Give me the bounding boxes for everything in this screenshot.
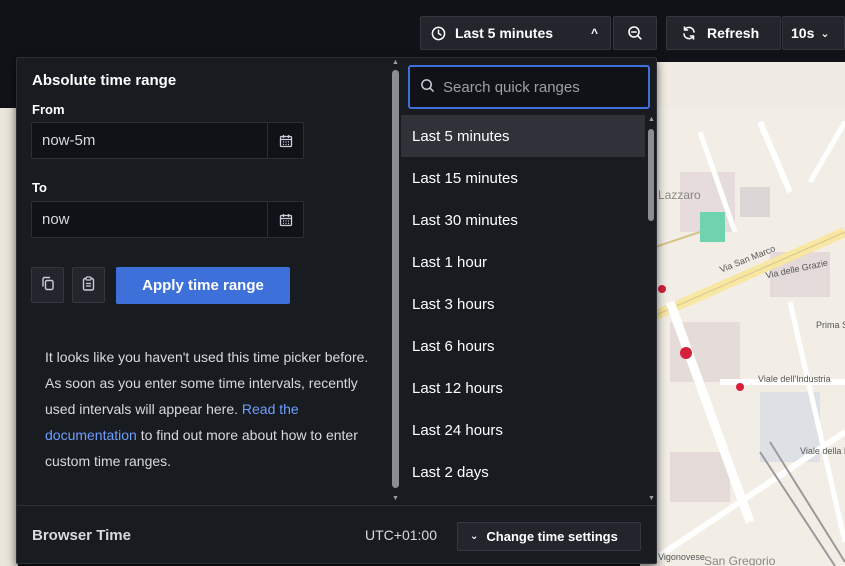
left-scrollbar[interactable]: ▲ ▼	[390, 58, 401, 505]
paste-button[interactable]	[72, 267, 105, 303]
chevron-down-icon: ⌄	[820, 27, 830, 40]
search-quick-ranges-input[interactable]	[443, 78, 633, 96]
map-label-prima: Prima S	[816, 320, 845, 330]
to-input[interactable]: now	[32, 211, 267, 228]
refresh-button[interactable]: Refresh	[666, 16, 781, 50]
left-scrollbar-thumb[interactable]	[392, 70, 399, 488]
calendar-icon[interactable]	[267, 202, 303, 237]
utc-offset: UTC+01:00	[365, 527, 437, 543]
top-toolbar: Last 5 minutes ^ Refresh 10s ⌄	[0, 0, 845, 62]
chevron-down-icon: ⌄	[470, 531, 479, 542]
range-item-last-12-hours[interactable]: Last 12 hours	[401, 367, 645, 409]
range-item-last-15-minutes[interactable]: Last 15 minutes	[401, 157, 645, 199]
quick-ranges-search[interactable]	[408, 65, 650, 109]
quick-ranges-scrollbar[interactable]: ▲ ▼	[646, 115, 657, 505]
absolute-time-range-title: Absolute time range	[32, 72, 177, 89]
map-label-viale-industria: Viale dell'Industria	[758, 374, 831, 384]
copy-button[interactable]	[31, 267, 64, 303]
absolute-time-range-pane: Absolute time range From now-5m To now A…	[17, 58, 401, 505]
range-item-last-3-hours[interactable]: Last 3 hours	[401, 283, 645, 325]
map-label-viale-nav: Viale della Nav	[800, 446, 845, 456]
map-panel[interactable]: Lazzaro Via San Marco Via delle Grazie P…	[640, 62, 845, 566]
to-label: To	[32, 180, 47, 195]
recent-ranges-info: It looks like you haven't used this time…	[45, 344, 375, 474]
copy-icon	[41, 276, 55, 294]
range-item-last-2-days[interactable]: Last 2 days	[401, 451, 645, 493]
time-picker-panel: Absolute time range From now-5m To now A…	[16, 57, 657, 564]
quick-ranges-pane: Last 5 minutes Last 15 minutes Last 30 m…	[401, 58, 657, 505]
map-streets	[640, 108, 845, 566]
from-input[interactable]: now-5m	[32, 132, 267, 149]
time-range-picker-button[interactable]: Last 5 minutes ^	[420, 16, 611, 50]
scroll-down-arrow-icon[interactable]: ▼	[648, 495, 655, 502]
scroll-up-arrow-icon[interactable]: ▲	[648, 116, 655, 123]
refresh-interval-picker[interactable]: 10s ⌄	[782, 16, 845, 50]
clipboard-icon	[82, 276, 95, 294]
range-item-last-24-hours[interactable]: Last 24 hours	[401, 409, 645, 451]
from-label: From	[32, 102, 65, 117]
map-label-vigonovese: Vigonovese	[658, 552, 705, 562]
range-item-last-5-minutes[interactable]: Last 5 minutes	[401, 115, 645, 157]
range-item-last-30-minutes[interactable]: Last 30 minutes	[401, 199, 645, 241]
change-time-settings-button[interactable]: ⌄ Change time settings	[457, 522, 641, 551]
clock-icon	[431, 26, 446, 41]
calendar-icon[interactable]	[267, 123, 303, 158]
info-text: It looks like you haven't used this time…	[45, 349, 369, 417]
from-field[interactable]: now-5m	[31, 122, 304, 159]
refresh-icon	[681, 25, 697, 41]
scroll-up-arrow-icon[interactable]: ▲	[392, 59, 399, 66]
map-label-san-gregorio: San Gregorio	[704, 554, 776, 566]
change-time-settings-label: Change time settings	[486, 529, 618, 544]
map-label-lazzaro: Lazzaro	[658, 188, 701, 202]
zoom-out-button[interactable]	[613, 16, 657, 50]
quick-ranges-scrollbar-thumb[interactable]	[648, 129, 654, 221]
timezone-label: Browser Time	[32, 527, 131, 544]
search-icon	[420, 78, 435, 96]
chevron-up-icon: ^	[590, 26, 598, 40]
range-item-last-1-hour[interactable]: Last 1 hour	[401, 241, 645, 283]
time-settings-footer: Browser Time UTC+01:00 ⌄ Change time set…	[17, 505, 656, 563]
to-field[interactable]: now	[31, 201, 304, 238]
interval-label: 10s	[791, 25, 815, 41]
time-range-label: Last 5 minutes	[455, 25, 554, 41]
quick-ranges-list: Last 5 minutes Last 15 minutes Last 30 m…	[401, 115, 645, 505]
apply-time-range-button[interactable]: Apply time range	[116, 267, 290, 304]
scroll-down-arrow-icon[interactable]: ▼	[392, 495, 399, 502]
range-item-last-6-hours[interactable]: Last 6 hours	[401, 325, 645, 367]
refresh-label: Refresh	[707, 25, 760, 41]
zoom-out-icon	[627, 25, 643, 41]
